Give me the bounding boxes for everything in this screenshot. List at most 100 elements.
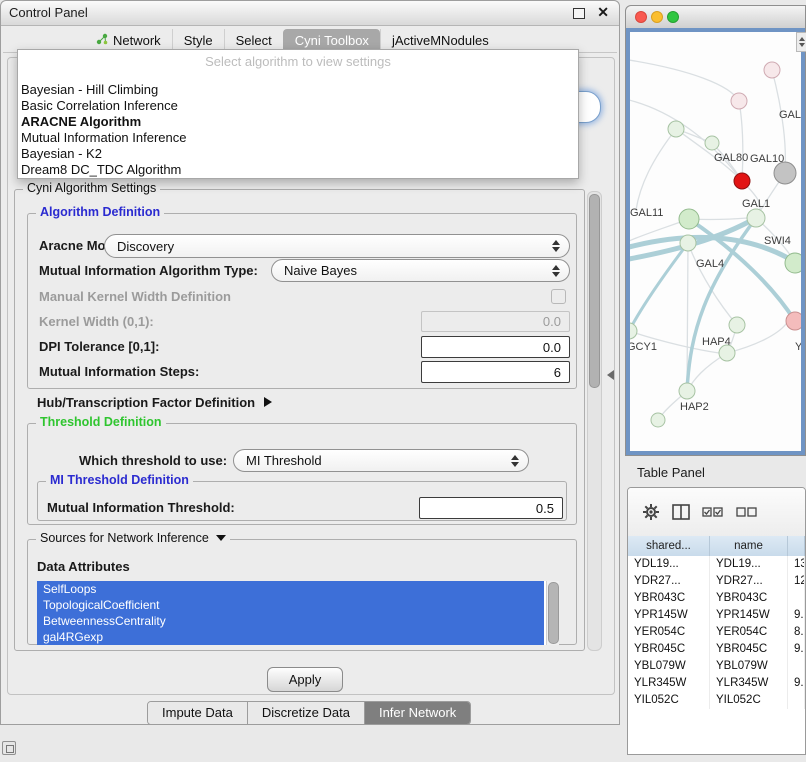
network-node[interactable] bbox=[680, 235, 696, 251]
table-row[interactable]: YLR345WYLR345W9. bbox=[628, 675, 805, 692]
aracne-mode-combo[interactable]: Discovery bbox=[104, 234, 570, 258]
hub-definition-toggle[interactable]: Hub/Transcription Factor Definition bbox=[37, 395, 272, 410]
popup-item-mutual-information-inference[interactable]: Mutual Information Inference bbox=[18, 130, 578, 146]
mi-threshold-label: Mutual Information Threshold: bbox=[47, 500, 235, 515]
combo-arrows-icon bbox=[552, 265, 560, 277]
kernel-width-label: Kernel Width (0,1): bbox=[39, 314, 154, 329]
manual-kernel-checkbox[interactable] bbox=[551, 289, 566, 304]
network-canvas[interactable]: GAL8GAL80GAL10GAL11GAL1SWI4GAL4GCY1HAP4H… bbox=[626, 28, 805, 455]
network-node[interactable] bbox=[679, 209, 699, 229]
table-cell: YIL052C bbox=[710, 692, 788, 709]
attribute-item-topologicalcoefficient[interactable]: TopologicalCoefficient bbox=[37, 597, 544, 613]
network-node[interactable] bbox=[747, 209, 765, 227]
scroll-down-icon[interactable] bbox=[799, 43, 805, 47]
algorithm-definition-legend: Algorithm Definition bbox=[36, 205, 164, 219]
mi-threshold-value: 0.5 bbox=[536, 501, 554, 516]
popup-item-aracne-algorithm[interactable]: ARACNE Algorithm bbox=[18, 114, 578, 130]
splitter-collapse-icon[interactable] bbox=[607, 370, 614, 380]
attribute-item-betweennesscentrality[interactable]: BetweennessCentrality bbox=[37, 613, 544, 629]
bottom-tab-discretize-data[interactable]: Discretize Data bbox=[247, 702, 364, 724]
network-node[interactable] bbox=[729, 317, 745, 333]
close-icon[interactable]: ✕ bbox=[597, 4, 609, 21]
hub-definition-label: Hub/Transcription Factor Definition bbox=[37, 395, 255, 410]
node-label-gal11: GAL11 bbox=[630, 207, 663, 219]
table-cell: 9. bbox=[788, 641, 805, 658]
network-scroll-widget[interactable] bbox=[796, 32, 806, 52]
mac-minimize-icon[interactable] bbox=[651, 11, 663, 23]
tab-label: Select bbox=[236, 33, 272, 48]
tab-label: jActiveMNodules bbox=[392, 33, 489, 48]
dpi-tolerance-field[interactable]: 0.0 bbox=[421, 336, 570, 358]
popup-item-bayesian-k2[interactable]: Bayesian - K2 bbox=[18, 146, 578, 162]
which-threshold-value: MI Threshold bbox=[246, 453, 322, 468]
network-node[interactable] bbox=[668, 121, 684, 137]
attributes-scrollbar-thumb[interactable] bbox=[548, 582, 559, 644]
network-node[interactable] bbox=[679, 383, 695, 399]
table-row[interactable]: YBR045CYBR045C9. bbox=[628, 641, 805, 658]
settings-scrollbar[interactable] bbox=[587, 191, 602, 651]
float-window-icon[interactable] bbox=[573, 8, 585, 19]
bottom-tab-impute-data[interactable]: Impute Data bbox=[148, 702, 247, 724]
settings-gear-icon[interactable] bbox=[642, 503, 660, 521]
column-header[interactable]: shared... bbox=[628, 536, 710, 556]
table-cell: YER054C bbox=[628, 624, 710, 641]
network-node[interactable] bbox=[731, 93, 747, 109]
tab-label: Network bbox=[113, 33, 161, 48]
dpi-tolerance-label: DPI Tolerance [0,1]: bbox=[39, 339, 159, 354]
apply-button[interactable]: Apply bbox=[267, 667, 343, 692]
collapsed-panel-icon[interactable] bbox=[2, 741, 16, 755]
network-node[interactable] bbox=[734, 173, 750, 189]
network-node[interactable] bbox=[764, 62, 780, 78]
popup-item-basic-correlation-inference[interactable]: Basic Correlation Inference bbox=[18, 98, 578, 114]
table-row[interactable]: YBL079WYBL079W bbox=[628, 658, 805, 675]
kernel-width-field[interactable]: 0.0 bbox=[421, 311, 570, 332]
combo-arrows-icon bbox=[552, 240, 560, 252]
mac-zoom-icon[interactable] bbox=[667, 11, 679, 23]
network-node[interactable] bbox=[785, 253, 801, 273]
mi-threshold-field[interactable]: 0.5 bbox=[419, 497, 563, 519]
select-all-checkboxes-icon[interactable] bbox=[702, 507, 724, 518]
scroll-up-icon[interactable] bbox=[799, 37, 805, 41]
control-panel-titlebar[interactable]: Control Panel ✕ bbox=[1, 1, 619, 26]
network-node[interactable] bbox=[774, 162, 796, 184]
table-row[interactable]: YDL19...YDL19...13 bbox=[628, 556, 805, 573]
table-row[interactable]: YIL052CYIL052C bbox=[628, 692, 805, 709]
mi-type-combo[interactable]: Naive Bayes bbox=[271, 259, 570, 282]
popup-item-bayesian-hill-climbing[interactable]: Bayesian - Hill Climbing bbox=[18, 82, 578, 98]
mac-close-icon[interactable] bbox=[635, 11, 647, 23]
table-cell: YBL079W bbox=[628, 658, 710, 675]
network-window-titlebar[interactable] bbox=[626, 6, 805, 29]
table-header: shared...name bbox=[628, 536, 805, 557]
table-cell: YIL052C bbox=[628, 692, 710, 709]
sources-legend[interactable]: Sources for Network Inference bbox=[36, 531, 230, 545]
deselect-all-checkboxes-icon[interactable] bbox=[736, 507, 758, 518]
popup-item-dream8-dc-tdc-algorithm[interactable]: Dream8 DC_TDC Algorithm bbox=[18, 162, 578, 178]
table-cell: 9. bbox=[788, 607, 805, 624]
which-threshold-combo[interactable]: MI Threshold bbox=[233, 449, 529, 472]
column-header[interactable] bbox=[788, 536, 805, 556]
network-node[interactable] bbox=[786, 312, 801, 330]
mi-steps-field[interactable]: 6 bbox=[421, 361, 570, 383]
table-cell bbox=[788, 692, 805, 709]
table-row[interactable]: YDR27...YDR27...12 bbox=[628, 573, 805, 590]
attribute-item-selfloops[interactable]: SelfLoops bbox=[37, 581, 544, 597]
network-node[interactable] bbox=[651, 413, 665, 427]
algorithm-popup-placeholder: Select algorithm to view settings bbox=[18, 53, 578, 71]
mi-threshold-legend: MI Threshold Definition bbox=[46, 473, 193, 487]
column-header[interactable]: name bbox=[710, 536, 788, 556]
table-row[interactable]: YPR145WYPR145W9. bbox=[628, 607, 805, 624]
network-node[interactable] bbox=[705, 136, 719, 150]
table-row[interactable]: YBR043CYBR043C bbox=[628, 590, 805, 607]
show-columns-icon[interactable] bbox=[672, 504, 690, 520]
settings-scrollbar-thumb[interactable] bbox=[589, 194, 600, 388]
data-attributes-list[interactable]: SelfLoopsTopologicalCoefficientBetweenne… bbox=[37, 581, 559, 645]
table-cell: YLR345W bbox=[710, 675, 788, 692]
network-node[interactable] bbox=[630, 323, 637, 339]
table-row[interactable]: YER054CYER054C8. bbox=[628, 624, 805, 641]
bottom-tab-infer-network[interactable]: Infer Network bbox=[364, 702, 470, 724]
cyni-settings-legend: Cyni Algorithm Settings bbox=[23, 181, 160, 195]
attribute-item-gal4rgexp[interactable]: gal4RGexp bbox=[37, 629, 544, 645]
node-label-swi4: SWI4 bbox=[764, 235, 791, 247]
attributes-scrollbar[interactable] bbox=[546, 581, 559, 645]
table-cell: YBL079W bbox=[710, 658, 788, 675]
